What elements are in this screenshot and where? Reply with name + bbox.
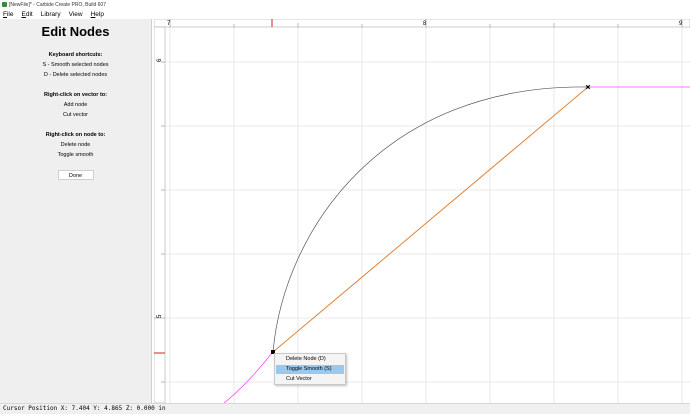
status-bar: Cursor Position X: 7.404 Y: 4.865 Z: 0.0… (0, 403, 690, 414)
edit-nodes-panel: Edit Nodes Keyboard shortcuts: S - Smoot… (0, 19, 152, 403)
vector-action-cut: Cut vector (62, 112, 89, 118)
done-button[interactable]: Done (57, 170, 94, 180)
context-cut-vector[interactable]: Cut Vector (276, 375, 344, 384)
context-toggle-smooth[interactable]: Toggle Smooth (S) (276, 365, 344, 374)
menu-edit[interactable]: Edit (22, 11, 33, 18)
context-menu: Delete Node (D) Toggle Smooth (S) Cut Ve… (274, 353, 346, 385)
vector-action-add-node: Add node (63, 102, 88, 108)
shortcut-smooth: S - Smooth selected nodes (42, 62, 109, 68)
magenta-segment-left (223, 352, 273, 403)
menu-file[interactable]: File (3, 11, 14, 18)
vector-actions-title: Right-click on vector to: (44, 92, 107, 98)
node-action-delete: Delete node (60, 142, 91, 148)
node-action-toggle-smooth: Toggle smooth (57, 152, 94, 158)
menu-library[interactable]: Library (41, 11, 61, 18)
chord-line (272, 86, 589, 353)
menu-view[interactable]: View (69, 11, 83, 18)
node-actions-title: Right-click on node to: (45, 132, 106, 138)
panel-heading: Edit Nodes (41, 24, 110, 39)
menu-help[interactable]: Help (91, 11, 104, 18)
canvas-drawing: 7 8 9 6 5 (154, 19, 690, 403)
context-delete-node[interactable]: Delete Node (D) (276, 355, 344, 364)
title-bar: [NewFile]* - Carbide Create PRO, Build 6… (0, 0, 690, 9)
shortcuts-title: Keyboard shortcuts: (48, 52, 103, 58)
grid (154, 19, 690, 403)
app-icon (2, 2, 7, 7)
window-title: [NewFile]* - Carbide Create PRO, Build 6… (9, 1, 106, 8)
top-ruler (154, 19, 690, 28)
left-ruler (154, 26, 166, 403)
design-canvas[interactable]: 7 8 9 6 5 (154, 19, 690, 403)
menu-bar: File Edit Library View Help (0, 9, 690, 19)
shortcut-delete: D - Delete selected nodes (43, 72, 108, 78)
